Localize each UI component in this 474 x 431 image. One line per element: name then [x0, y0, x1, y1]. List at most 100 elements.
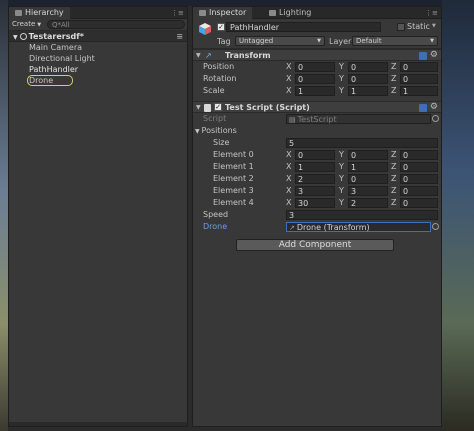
transform-title: Transform	[225, 51, 271, 60]
tab-hierarchy-label: Hierarchy	[25, 8, 64, 17]
z-label: Z	[391, 86, 397, 95]
rotation-label: Rotation	[203, 74, 237, 83]
search-input[interactable]: Q*All	[47, 20, 185, 29]
x-label: X	[286, 86, 292, 95]
tab-hierarchy[interactable]: Hierarchy	[9, 7, 70, 19]
tag-dropdown-value: Untagged	[239, 37, 274, 45]
element-4-x-field[interactable]: 30	[295, 198, 335, 208]
script-field: ▤ TestScript	[286, 114, 431, 124]
transform-scale-row: Scale X 1 Y 1 Z 1	[193, 85, 441, 97]
test-script-header[interactable]: ▼ ✓ Test Script (Script) ⚙	[193, 101, 441, 113]
active-checkbox[interactable]: ✓	[217, 23, 225, 31]
static-dropdown-icon[interactable]: ▼	[432, 23, 436, 29]
object-name-field[interactable]: PathHandler	[226, 22, 381, 32]
scale-x-field[interactable]: 1	[295, 86, 335, 96]
element-1-label: Element 1	[213, 162, 254, 171]
tag-label: Tag	[217, 37, 231, 46]
element-4-z-field[interactable]: 0	[400, 198, 438, 208]
expand-arrow-icon[interactable]: ▼	[13, 34, 18, 41]
element-1-y-field[interactable]: 1	[348, 162, 388, 172]
size-field[interactable]: 5	[286, 138, 438, 148]
element-3-x-field[interactable]: 3	[295, 186, 335, 196]
y-label: Y	[339, 150, 344, 159]
z-label: Z	[391, 162, 397, 171]
tab-inspector[interactable]: Inspector	[193, 7, 253, 19]
chevron-down-icon: ▼	[317, 38, 321, 44]
script-row: Script ▤ TestScript	[193, 113, 441, 125]
rotation-y-field[interactable]: 0	[348, 74, 388, 84]
tab-lighting[interactable]: Lighting	[263, 7, 317, 19]
drone-row: Drone ↗ Drone (Transform)	[193, 221, 441, 233]
x-label: X	[286, 174, 292, 183]
position-z-field[interactable]: 0	[400, 62, 438, 72]
element-3-z-field[interactable]: 0	[400, 186, 438, 196]
tab-inspector-label: Inspector	[209, 8, 247, 17]
scale-y-field[interactable]: 1	[348, 86, 388, 96]
scene-row[interactable]: ▼ Testarersdf* ≡	[9, 31, 187, 42]
hierarchy-item-directional-light[interactable]: Directional Light	[9, 53, 187, 64]
fold-arrow-icon[interactable]: ▼	[196, 52, 201, 59]
y-label: Y	[339, 174, 344, 183]
x-label: X	[286, 162, 292, 171]
hierarchy-toolbar: Create ▼ Q*All	[9, 19, 187, 31]
add-component-area: Add Component	[193, 233, 441, 259]
panel-menu-icon[interactable]: ⋮≡	[171, 9, 184, 17]
rotation-x-field[interactable]: 0	[295, 74, 335, 84]
hierarchy-item-main-camera[interactable]: Main Camera	[9, 42, 187, 53]
element-0-y-field[interactable]: 0	[348, 150, 388, 160]
transform-position-row: Position X 0 Y 0 Z 0	[193, 61, 441, 73]
inspector-menu-icon[interactable]: ⋮≡	[425, 9, 438, 17]
hierarchy-tabbar: Hierarchy ⋮≡	[9, 7, 187, 19]
size-row: Size 5	[193, 137, 441, 149]
inspector-panel: Inspector Lighting ⋮≡ ✓ PathHandler Stat…	[192, 6, 442, 427]
create-button[interactable]: Create ▼	[12, 20, 41, 29]
element-2-y-field[interactable]: 0	[348, 174, 388, 184]
test-script-title: Test Script (Script)	[225, 103, 310, 112]
element-3-y-field[interactable]: 3	[348, 186, 388, 196]
chevron-down-icon: ▼	[430, 38, 434, 44]
element-0-z-field[interactable]: 0	[400, 150, 438, 160]
element-0-x-field[interactable]: 0	[295, 150, 335, 160]
help-book-icon[interactable]	[419, 104, 427, 112]
static-checkbox[interactable]	[397, 23, 405, 31]
scene-name: Testarersdf*	[28, 32, 84, 41]
drone-label: Drone	[203, 222, 228, 231]
scale-z-field[interactable]: 1	[400, 86, 438, 96]
speed-field[interactable]: 3	[286, 210, 438, 220]
hierarchy-tree: ▼ Testarersdf* ≡ Main Camera Directional …	[9, 31, 187, 86]
element-1-x-field[interactable]: 1	[295, 162, 335, 172]
fold-arrow-icon[interactable]: ▼	[196, 104, 201, 111]
element-1-z-field[interactable]: 0	[400, 162, 438, 172]
z-label: Z	[391, 174, 397, 183]
element-2-x-field[interactable]: 2	[295, 174, 335, 184]
tag-dropdown[interactable]: Untagged ▼	[235, 36, 325, 46]
scene-menu-icon[interactable]: ≡	[176, 31, 183, 42]
element-row: Element 2 X 2 Y 0 Z 0	[193, 173, 441, 185]
help-book-icon[interactable]	[419, 52, 427, 60]
gear-icon[interactable]: ⚙	[430, 50, 438, 60]
positions-row[interactable]: ▼ Positions	[193, 125, 441, 137]
element-2-z-field[interactable]: 0	[400, 174, 438, 184]
rotation-z-field[interactable]: 0	[400, 74, 438, 84]
y-label: Y	[339, 86, 344, 95]
list-icon	[15, 10, 22, 16]
element-row: Element 3 X 3 Y 3 Z 0	[193, 185, 441, 197]
hierarchy-item-drone[interactable]: Drone	[9, 75, 187, 86]
gear-icon[interactable]: ⚙	[430, 102, 438, 112]
position-x-field[interactable]: 0	[295, 62, 335, 72]
transform-header[interactable]: ▼ ↗ Transform ⚙	[193, 49, 441, 61]
element-4-y-field[interactable]: 2	[348, 198, 388, 208]
transform-rotation-row: Rotation X 0 Y 0 Z 0	[193, 73, 441, 85]
position-y-field[interactable]: 0	[348, 62, 388, 72]
drone-ping-highlight	[27, 75, 73, 86]
object-picker-icon[interactable]	[432, 223, 439, 230]
lightbulb-icon	[269, 10, 276, 16]
hierarchy-item-pathhandler[interactable]: PathHandler	[9, 64, 187, 75]
drone-object-field[interactable]: ↗ Drone (Transform)	[286, 222, 431, 232]
speed-label: Speed	[203, 210, 229, 219]
element-0-label: Element 0	[213, 150, 254, 159]
layer-dropdown[interactable]: Default ▼	[352, 36, 438, 46]
add-component-button[interactable]: Add Component	[236, 239, 394, 251]
script-enabled-checkbox[interactable]: ✓	[214, 103, 222, 111]
cube-icon	[199, 23, 211, 35]
